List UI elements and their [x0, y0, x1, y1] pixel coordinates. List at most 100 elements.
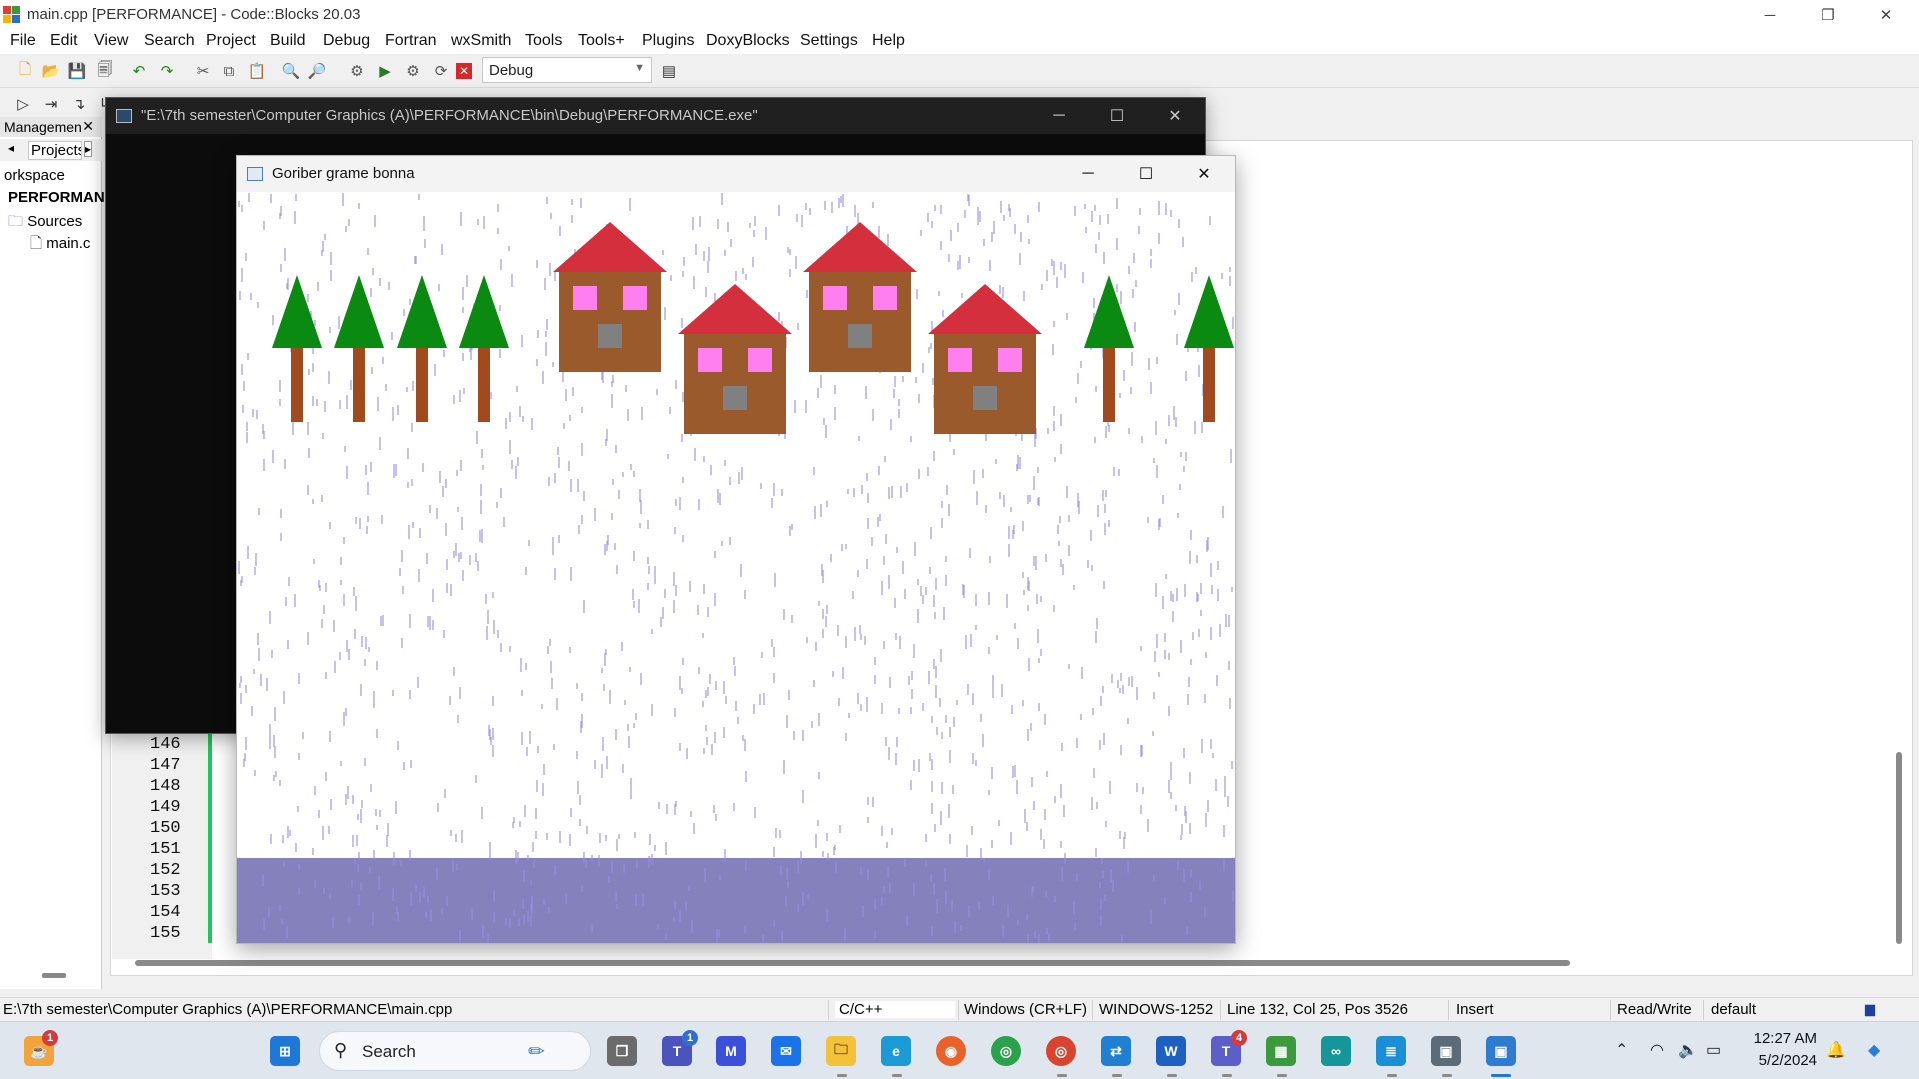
cut-icon[interactable]: ✂: [192, 60, 214, 82]
line-number: 147: [150, 756, 181, 775]
management-scrollbar[interactable]: [42, 973, 66, 978]
menu-debug[interactable]: Debug: [323, 32, 370, 50]
menu-doxyblocks[interactable]: DoxyBlocks: [706, 32, 790, 50]
change-marker: [208, 725, 212, 943]
volume-icon[interactable]: 🔈: [1678, 1040, 1698, 1060]
tree-workspace[interactable]: orkspace: [4, 167, 104, 184]
close-button[interactable]: ✕: [1857, 0, 1915, 30]
house-window: [948, 348, 972, 372]
copy-icon[interactable]: ⧉: [218, 60, 240, 82]
codeblocks-titlebar: main.cpp [PERFORMANCE] - Code::Blocks 20…: [0, 0, 1919, 30]
status-language: C/C++: [835, 1001, 955, 1018]
visual-studio-icon[interactable]: M: [716, 1036, 746, 1066]
tree-trunk: [1103, 347, 1115, 422]
status-separator: [1448, 1000, 1449, 1020]
menu-build[interactable]: Build: [270, 32, 306, 50]
chevron-up-icon[interactable]: ⌃: [1615, 1040, 1628, 1060]
menu-edit[interactable]: Edit: [50, 32, 78, 50]
line-number: 152: [150, 861, 181, 880]
graphics-minimize-button[interactable]: ─: [1059, 156, 1117, 192]
file-explorer-icon[interactable]: 🗀: [826, 1036, 856, 1066]
build-gear-icon[interactable]: ⚙: [346, 60, 368, 82]
menu-project[interactable]: Project: [206, 32, 256, 50]
clock-time[interactable]: 12:27 AM: [1752, 1030, 1817, 1047]
taskbar: ☕ 1 ⊞ ⚲ Search ✏ ❐ T 1 M ✉ 🗀 e ◉ ◎ ◎ ⇄ W…: [0, 1021, 1919, 1079]
folder-icon: 🗀: [8, 213, 24, 230]
run-to-cursor-icon[interactable]: ⇥: [40, 93, 62, 115]
tree-project[interactable]: PERFORMAN: [8, 189, 108, 206]
run-icon[interactable]: ▶: [374, 60, 396, 82]
chrome-profile-icon[interactable]: ◎: [1046, 1036, 1076, 1066]
wifi-icon[interactable]: ◠: [1650, 1040, 1664, 1060]
console-close-button[interactable]: ✕: [1146, 98, 1204, 134]
target-options-icon[interactable]: ▤: [658, 60, 680, 82]
menu-search[interactable]: Search: [144, 32, 195, 50]
redo-icon[interactable]: ↷: [156, 60, 178, 82]
status-mode: Insert: [1456, 1001, 1494, 1018]
paste-icon[interactable]: 📋: [246, 60, 268, 82]
restore-button[interactable]: ❐: [1799, 0, 1857, 30]
console-minimize-button[interactable]: ─: [1030, 98, 1088, 134]
menu-fortran[interactable]: Fortran: [385, 32, 437, 50]
us-flag-icon: ▆: [1865, 1001, 1875, 1016]
graphics-close-button[interactable]: ✕: [1175, 156, 1233, 192]
search-box[interactable]: ⚲ Search ✏: [319, 1031, 591, 1071]
chevron-right-icon[interactable]: ▸: [84, 141, 93, 157]
house-window: [873, 286, 897, 310]
chrome-icon[interactable]: ◎: [991, 1036, 1021, 1066]
task-view-icon[interactable]: ❐: [607, 1036, 637, 1066]
menu-plugins[interactable]: Plugins: [642, 32, 694, 50]
console-app-icon: [116, 109, 132, 123]
rebuild-icon[interactable]: ⟳: [430, 60, 452, 82]
menu-file[interactable]: File: [10, 32, 36, 50]
console-maximize-button[interactable]: ☐: [1088, 98, 1146, 134]
word-icon[interactable]: W: [1156, 1036, 1186, 1066]
undo-icon[interactable]: ↶: [128, 60, 150, 82]
status-separator: [958, 1000, 959, 1020]
copilot-icon[interactable]: ◆: [1868, 1040, 1880, 1060]
chevron-left-icon[interactable]: ◂: [8, 141, 14, 155]
graphics-window[interactable]: Goriber grame bonna ─ ☐ ✕: [236, 155, 1236, 944]
replace-icon[interactable]: 🔎: [306, 60, 328, 82]
bell-icon[interactable]: 🔔: [1826, 1040, 1846, 1060]
editor-vertical-scrollbar[interactable]: [1896, 752, 1902, 944]
menu-tools-plus[interactable]: Tools+: [578, 32, 625, 50]
management-header: Managemen ✕: [0, 117, 102, 137]
clock-date[interactable]: 5/2/2024: [1750, 1052, 1817, 1069]
build-run-icon[interactable]: ⚙: [402, 60, 424, 82]
save-all-icon[interactable]: 🗐: [94, 60, 116, 82]
graphics-maximize-button[interactable]: ☐: [1117, 156, 1175, 192]
remote-app-icon[interactable]: ⇄: [1101, 1036, 1131, 1066]
tab-projects[interactable]: Projects: [28, 141, 82, 160]
menu-view[interactable]: View: [94, 32, 128, 50]
menu-wxsmith[interactable]: wxSmith: [451, 32, 511, 50]
management-tabs: ◂ Projects ▸: [0, 139, 102, 161]
menu-tools[interactable]: Tools: [525, 32, 562, 50]
close-icon[interactable]: ✕: [82, 118, 94, 135]
next-line-icon[interactable]: ↴: [68, 93, 90, 115]
minimize-button[interactable]: ─: [1741, 0, 1799, 30]
build-target-select[interactable]: Debug ▼: [482, 57, 652, 83]
menu-settings[interactable]: Settings: [800, 32, 858, 50]
battery-icon[interactable]: ▭: [1706, 1040, 1721, 1060]
console-taskbar-icon[interactable]: ▣: [1431, 1036, 1461, 1066]
graphics-taskbar-icon[interactable]: ▣: [1486, 1036, 1516, 1066]
running-indicator: [837, 1074, 847, 1077]
notepad-icon[interactable]: ≣: [1376, 1036, 1406, 1066]
status-separator: [1220, 1000, 1221, 1020]
start-button[interactable]: ⊞: [270, 1036, 300, 1066]
mail-icon[interactable]: ✉: [771, 1036, 801, 1066]
debug-start-icon[interactable]: ▷: [12, 93, 34, 115]
arduino-icon[interactable]: ∞: [1321, 1036, 1351, 1066]
editor-horizontal-scrollbar[interactable]: [135, 960, 1570, 966]
abort-icon[interactable]: ✕: [456, 63, 472, 79]
codeblocks-taskbar-icon[interactable]: ▦: [1266, 1036, 1296, 1066]
running-indicator: [1387, 1074, 1397, 1077]
save-icon[interactable]: 💾: [66, 60, 88, 82]
firefox-icon[interactable]: ◉: [936, 1036, 966, 1066]
menu-help[interactable]: Help: [872, 32, 905, 50]
new-file-icon[interactable]: 🗋: [14, 60, 36, 82]
edge-icon[interactable]: e: [881, 1036, 911, 1066]
open-file-icon[interactable]: 📂: [40, 60, 62, 82]
find-icon[interactable]: 🔍: [280, 60, 302, 82]
